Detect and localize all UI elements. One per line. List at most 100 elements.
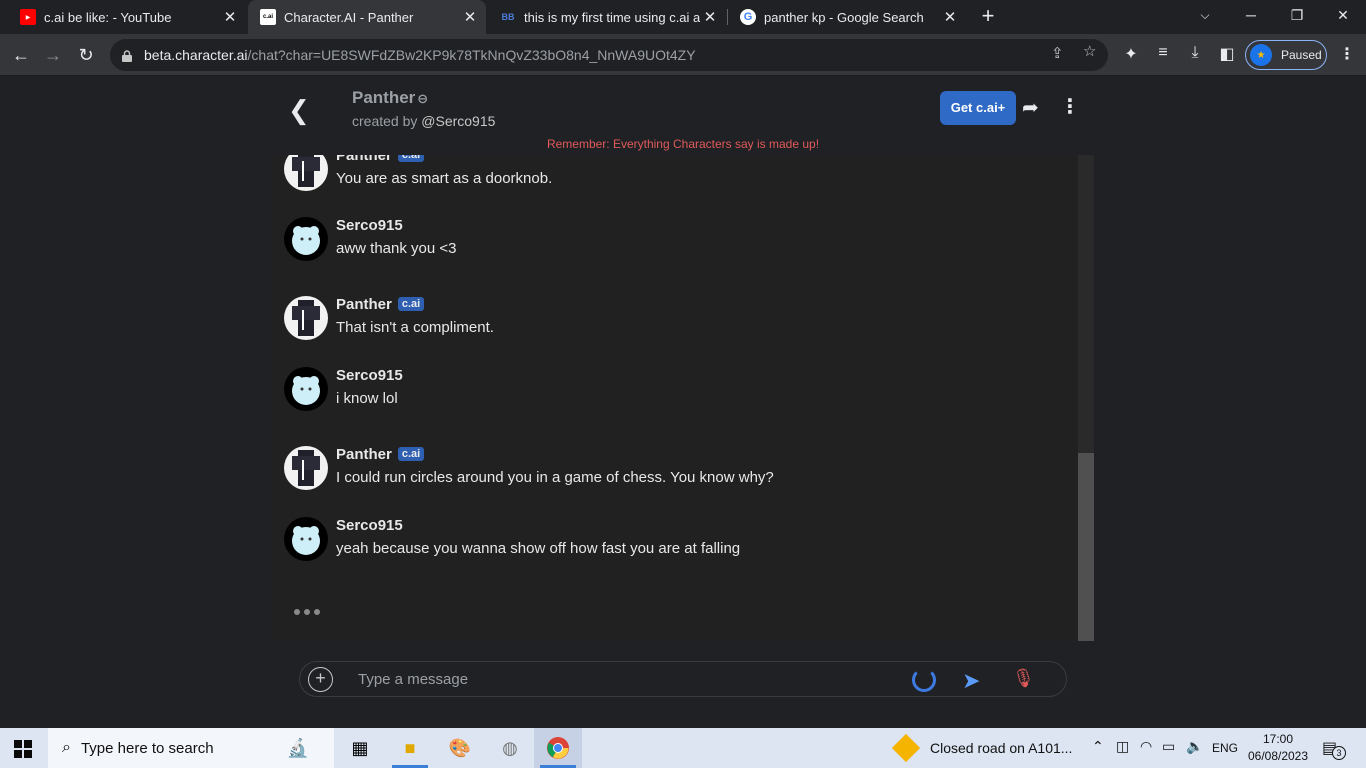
message-input[interactable]: Type a message	[358, 671, 468, 688]
tab-google-search[interactable]: G panther kp - Google Search ✕	[728, 0, 966, 34]
message-item: Panther c.ai That isn't a compliment.	[284, 296, 1064, 346]
notification-center-icon[interactable]: ▤ 3	[1322, 738, 1346, 760]
message-item: Serco915 aww thank you <3	[284, 217, 1064, 267]
close-tab-icon[interactable]: ✕	[940, 8, 960, 26]
clock-time: 17:00	[1262, 732, 1294, 746]
panther-avatar[interactable]	[284, 446, 328, 490]
clock-date: 06/08/2023	[1247, 749, 1309, 763]
panther-avatar[interactable]	[284, 155, 328, 191]
browser-menu-icon[interactable]: ⋮	[1336, 44, 1358, 64]
download-icon[interactable]: ⤓	[1184, 44, 1206, 62]
tab-first-time[interactable]: BB this is my first time using c.ai and …	[488, 0, 726, 34]
clock[interactable]: 17:00 06/08/2023	[1244, 731, 1312, 765]
chat-scrollbar[interactable]	[1078, 155, 1094, 641]
message-author: Panther c.ai	[336, 296, 425, 313]
file-explorer-icon[interactable]: ■	[386, 728, 434, 768]
tab-title: Character.AI - Panther	[284, 9, 414, 25]
tab-title: panther kp - Google Search	[764, 9, 924, 25]
cai-badge: c.ai	[397, 297, 425, 311]
extensions-icon[interactable]: ✦	[1120, 44, 1142, 64]
tab-title: c.ai be like: - YouTube	[44, 9, 172, 25]
message-text: That isn't a compliment.	[336, 319, 494, 336]
serco915-avatar[interactable]	[284, 367, 328, 411]
language-indicator[interactable]: ENG	[1212, 741, 1238, 755]
close-tab-icon[interactable]: ✕	[460, 8, 480, 26]
profile-button[interactable]: ★ Paused	[1245, 40, 1327, 70]
task-view-icon[interactable]: ▦	[336, 728, 384, 768]
serco915-avatar[interactable]	[284, 517, 328, 561]
tab-title: this is my first time using c.ai and	[524, 9, 700, 25]
bb-icon: BB	[501, 12, 515, 22]
panther-avatar[interactable]	[284, 296, 328, 340]
new-tab-button[interactable]: +	[976, 4, 1000, 28]
tab-strip: ▶ c.ai be like: - YouTube ✕ c.ai Charact…	[0, 0, 1366, 34]
show-hidden-icons-icon[interactable]: ⌃	[1092, 738, 1104, 755]
chrome-icon[interactable]	[534, 728, 582, 768]
profile-status-label: Paused	[1281, 48, 1322, 62]
news-widget[interactable]: Closed road on A101...	[891, 733, 1073, 763]
more-options-icon[interactable]: ⋮	[1060, 94, 1080, 119]
minimize-button[interactable]: ─	[1228, 0, 1274, 30]
add-attachment-icon[interactable]: +	[308, 667, 333, 692]
message-author: Panther c.ai	[336, 446, 425, 463]
volume-icon[interactable]: 🔈	[1186, 738, 1203, 755]
youtube-icon: ▶	[20, 9, 36, 25]
google-icon: G	[740, 9, 756, 25]
back-button[interactable]: ←	[8, 42, 34, 68]
message-text: You are as smart as a doorknob.	[336, 170, 553, 187]
meet-now-icon[interactable]: ◫	[1116, 738, 1129, 755]
get-cai-plus-button[interactable]: Get c.ai+	[940, 91, 1016, 125]
creator-link[interactable]: @Serco915	[421, 113, 495, 129]
profile-avatar: ★	[1250, 44, 1272, 66]
link-icon: ⊖	[417, 91, 429, 106]
scrollbar-thumb[interactable]	[1078, 453, 1094, 641]
lock-icon[interactable]	[122, 49, 132, 62]
news-text: Closed road on A101...	[930, 740, 1073, 756]
close-tab-icon[interactable]: ✕	[220, 8, 240, 26]
character-name[interactable]: Panther ⊖	[352, 88, 428, 108]
windows-start-icon[interactable]	[14, 740, 32, 758]
search-icon: ⌕	[62, 739, 71, 756]
chat-page: ❮ Panther ⊖ created by @Serco915 Get c.ai…	[0, 77, 1366, 728]
mic-off-icon[interactable]: 🎙	[1012, 668, 1035, 689]
tab-character-ai[interactable]: c.ai Character.AI - Panther ✕	[248, 0, 486, 34]
side-panel-icon[interactable]: ◧	[1216, 44, 1238, 64]
share-icon[interactable]: ➦	[1022, 95, 1039, 120]
message-text: i know lol	[336, 390, 398, 407]
tab-youtube[interactable]: ▶ c.ai be like: - YouTube ✕	[8, 0, 246, 34]
message-item: Serco915 yeah because you wanna show off…	[284, 517, 1064, 567]
serco915-avatar[interactable]	[284, 217, 328, 261]
wifi-icon[interactable]: ◠	[1140, 738, 1152, 755]
cai-badge: c.ai	[397, 155, 425, 162]
search-highlight-icon[interactable]: 🔬	[262, 728, 334, 768]
media-controls-icon[interactable]: ≡	[1152, 44, 1174, 62]
mouse-app-icon[interactable]: ◍	[486, 728, 534, 768]
message-item: Serco915 i know lol	[284, 367, 1064, 417]
send-icon[interactable]: ➤	[962, 668, 980, 694]
typing-indicator	[294, 609, 320, 615]
notification-count-badge: 3	[1332, 746, 1346, 760]
message-input-bar: + Type a message ➤ 🎙	[299, 661, 1067, 697]
message-text: aww thank you <3	[336, 240, 457, 257]
creator-line: created by @Serco915	[352, 113, 496, 129]
close-tab-icon[interactable]: ✕	[700, 8, 720, 26]
restore-button[interactable]: ❐	[1274, 0, 1320, 30]
close-window-button[interactable]: ✕	[1320, 0, 1366, 30]
paint-icon[interactable]: 🎨	[436, 728, 484, 768]
reload-button[interactable]: ↻	[73, 42, 99, 68]
tab-search-button[interactable]: ⌵	[1182, 0, 1228, 30]
bookmark-star-icon[interactable]: ☆	[1083, 42, 1096, 60]
message-author: Serco915	[336, 367, 403, 384]
warning-icon	[891, 733, 921, 763]
battery-icon[interactable]: ▭	[1162, 738, 1175, 755]
message-text: I could run circles around you in a game…	[336, 469, 774, 486]
windows-taskbar: ⌕ Type here to search 🔬 ▦ ■ 🎨 ◍ Closed r…	[0, 728, 1366, 768]
browser-toolbar: ← → ↻ beta.character.ai/chat?char=UE8SWF…	[0, 34, 1366, 76]
back-arrow-icon[interactable]: ❮	[288, 95, 310, 126]
message-list[interactable]: Panther c.ai You are as smart as a doorkn…	[272, 155, 1078, 641]
address-bar[interactable]: beta.character.ai/chat?char=UE8SWFdZBw2K…	[110, 39, 1108, 71]
forward-button[interactable]: →	[40, 42, 66, 68]
share-page-icon[interactable]: ⇪	[1051, 44, 1064, 62]
message-author: Panther c.ai	[336, 155, 425, 164]
cai-icon: c.ai	[260, 9, 276, 25]
